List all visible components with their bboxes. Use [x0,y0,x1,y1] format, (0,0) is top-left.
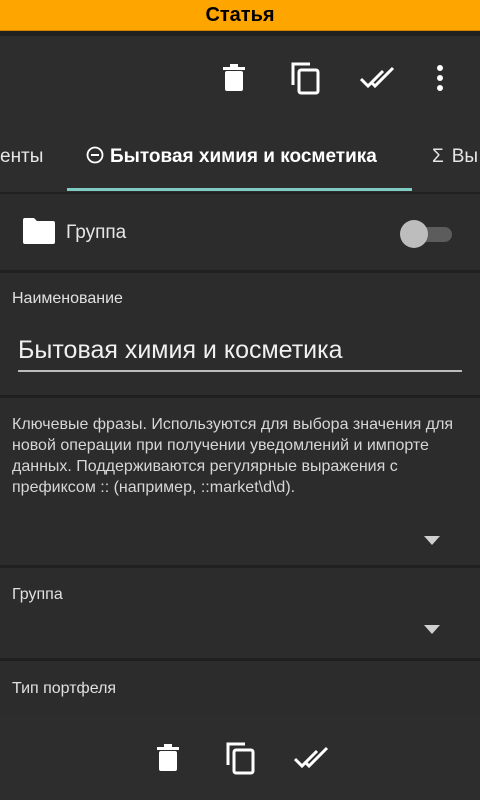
minus-circle-icon [86,146,104,164]
dropdown-arrow-icon [424,536,440,545]
done-all-button[interactable] [358,58,398,98]
portfolio-type-card[interactable]: Тип портфеля [0,661,480,721]
delete-button[interactable] [214,58,254,98]
bottom-copy-button[interactable] [218,736,262,780]
group-toggle-row[interactable]: Группа [0,194,480,270]
folder-icon [23,218,55,244]
bottom-done-all-button[interactable] [290,736,334,780]
tab-household-chemicals[interactable]: Бытовая химия и косметика [86,120,377,192]
more-options-button[interactable] [420,58,460,98]
tab-label: Вы [451,146,479,167]
sigma-icon: Σ [432,146,444,167]
delete-icon [157,744,179,771]
group-select-label: Группа [12,586,63,603]
action-toolbar [0,36,480,120]
keywords-field-card[interactable]: Ключевые фразы. Используются для выбора … [0,398,480,565]
copy-icon [226,742,255,775]
bottom-delete-button[interactable] [146,736,190,780]
switch-thumb [400,220,428,248]
group-select-card[interactable]: Группа [0,568,480,658]
tab-indicator [67,188,412,191]
name-input[interactable]: Бытовая химия и косметика [18,336,461,365]
name-input-underline [18,370,462,372]
name-field-label: Наименование [12,290,123,307]
copy-icon [291,62,320,95]
tab-label: енты [0,146,44,167]
name-field-card: Наименование Бытовая химия и косметика [0,273,480,395]
tab-previous[interactable]: енты [0,120,43,192]
more-vert-icon [437,65,443,91]
tab-bar: енты Бытовая химия и косметика Σ Вы [0,120,480,192]
portfolio-type-label: Тип портфеля [12,680,117,697]
keywords-hint: Ключевые фразы. Используются для выбора … [12,416,454,496]
bottom-action-bar [0,716,480,800]
tab-next[interactable]: Σ Вы [432,120,478,192]
tab-label: Бытовая химия и косметика [110,146,377,167]
dropdown-arrow-icon [424,625,440,634]
group-switch[interactable] [400,220,454,248]
done-all-icon [360,66,395,89]
done-all-icon [294,746,329,769]
app-title: Статья [0,0,480,31]
copy-button[interactable] [285,58,325,98]
delete-icon [223,64,245,91]
group-toggle-label: Группа [66,222,127,243]
